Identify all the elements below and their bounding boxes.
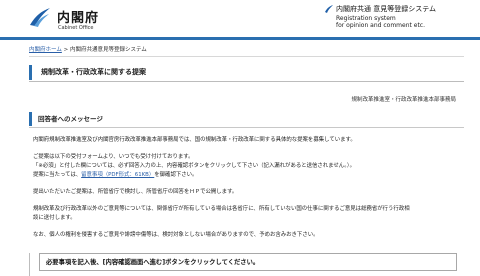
message-title: 回答者へのメッセージ <box>29 112 464 126</box>
page-title-divider <box>29 81 464 82</box>
guidelines-pdf-link[interactable]: 留意事項（PDF形式：61KB） <box>81 172 154 178</box>
message-title-divider <box>29 127 464 128</box>
form-left-border <box>29 253 33 276</box>
breadcrumb: 内閣府ホーム > 内閣府共通意見等登録システム <box>29 45 147 53</box>
system-title: 内閣府共通 意見等登録システム <box>336 5 437 13</box>
logo-text[interactable]: 内閣府 <box>57 7 99 26</box>
message-line-5: 提出いただいたご提案は、所管省庁で検討し、所管省庁の回答をＨＰで公開します。 <box>33 189 238 195</box>
site-header: 内閣府 Cabinet Office 内閣府共通 意見等登録システム Regis… <box>0 0 480 40</box>
header-accent-bar <box>0 37 480 40</box>
message-line-7: 談に送付します。 <box>33 215 76 221</box>
breadcrumb-separator: > <box>61 47 70 53</box>
breadcrumb-home-link[interactable]: 内閣府ホーム <box>29 47 62 53</box>
message-line-6: 規制改革及び行政改革以外のご意見等については、関係省庁が所有している場合は各省庁… <box>33 206 410 212</box>
form-instruction-box: 必要事項を記入後、[内容確認画面へ進む]ボタンをクリックしてください。 <box>39 253 457 271</box>
message-section: 回答者へのメッセージ 内閣府規制改革推進室及び内閣官房行政改革推進本部事務局では… <box>29 112 464 252</box>
logo-subtitle: Cabinet Office <box>58 25 94 31</box>
system-subtitle-line2: for opinion and comment etc. <box>336 22 426 29</box>
message-line-3: 「※必須」と付した欄については、必ず回答入力の上、内容確認ボタンをクリックして下… <box>33 163 355 169</box>
page-title: 規制改革・行政改革に関する提案 <box>29 65 464 80</box>
cabinet-office-logo-icon[interactable] <box>28 5 52 29</box>
message-line-4-suffix: を御確認下さい。 <box>154 172 198 178</box>
breadcrumb-divider <box>29 56 464 57</box>
message-line-4-prefix: 提案に当たっては、 <box>33 172 82 178</box>
message-line-4: 提案に当たっては、留意事項（PDF形式：61KB）を御確認下さい。 <box>33 170 197 178</box>
system-subtitle-line1: Registration system <box>336 15 396 22</box>
breadcrumb-current: 内閣府共通意見等登録システム <box>69 47 147 53</box>
message-line-8: なお、個人の権利を侵害するご意見や誹謗中傷等は、検討対象としない場合がありますの… <box>33 232 319 238</box>
message-line-2: ご提案は以下の受付フォームより、いつでも受け付けております。 <box>33 154 194 160</box>
system-logo-icon <box>325 5 333 13</box>
message-line-1: 内閣府規制改革推進室及び内閣官房行政改革推進本部事務局では、国の規制改革・行政改… <box>33 137 356 143</box>
organization-name: 規制改革推進室・行政改革推進本部事務局 <box>351 97 456 103</box>
